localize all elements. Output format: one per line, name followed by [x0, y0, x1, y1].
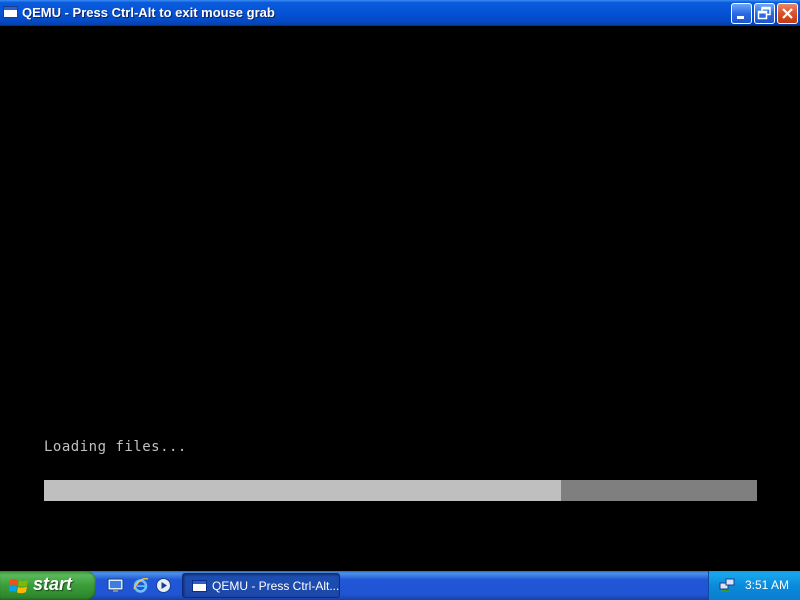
- guest-screen[interactable]: Loading files...: [0, 26, 800, 571]
- loading-progress-bar: [44, 480, 757, 501]
- clock[interactable]: 3:51 AM: [745, 578, 789, 592]
- taskbar-button-label: QEMU - Press Ctrl-Alt...: [212, 579, 340, 593]
- system-tray: 3:51 AM: [708, 571, 800, 600]
- start-button[interactable]: start: [0, 571, 96, 600]
- taskbar-button-qemu[interactable]: QEMU - Press Ctrl-Alt...: [182, 573, 340, 598]
- start-label: start: [33, 574, 73, 594]
- minimize-icon: [737, 16, 744, 19]
- qemu-window: QEMU - Press Ctrl-Alt to exit mouse grab…: [0, 0, 800, 600]
- close-icon: [782, 8, 793, 19]
- internet-explorer-icon[interactable]: [132, 577, 149, 594]
- loading-status-text: Loading files...: [44, 439, 187, 455]
- window-title: QEMU - Press Ctrl-Alt to exit mouse grab: [22, 5, 275, 20]
- close-button[interactable]: [777, 3, 798, 24]
- show-desktop-icon[interactable]: [107, 577, 124, 594]
- network-icon[interactable]: [719, 577, 735, 593]
- loading-progress-fill: [44, 480, 561, 501]
- taskbar: start QEMU - Press Ctrl-Alt... 3:51 AM: [0, 571, 800, 600]
- title-bar[interactable]: QEMU - Press Ctrl-Alt to exit mouse grab: [0, 0, 800, 26]
- qemu-window-icon[interactable]: [3, 6, 18, 18]
- restore-button[interactable]: [754, 3, 775, 24]
- minimize-button[interactable]: [731, 3, 752, 24]
- windows-logo-icon: [9, 579, 28, 594]
- restore-icon: [757, 6, 771, 20]
- qemu-window-icon: [192, 580, 207, 592]
- media-player-icon[interactable]: [155, 577, 172, 594]
